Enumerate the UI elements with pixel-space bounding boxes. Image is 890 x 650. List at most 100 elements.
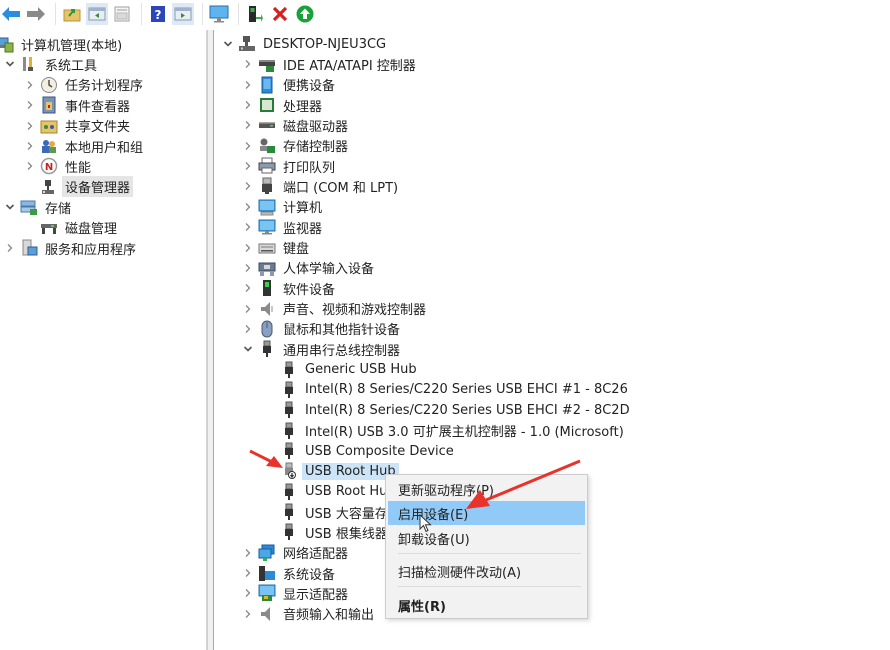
device-category[interactable]: 处理器: [242, 95, 325, 115]
tree-item-label: 事件查看器: [65, 99, 131, 115]
console-tree-item[interactable]: 事件查看器: [24, 95, 133, 115]
chevron-down-icon[interactable]: [242, 339, 254, 359]
device-category[interactable]: 监视器: [242, 217, 325, 237]
device-category[interactable]: 网络适配器: [242, 543, 351, 563]
chevron-right-icon[interactable]: [24, 75, 36, 95]
chevron-right-icon[interactable]: [242, 54, 254, 74]
scan-hardware-button[interactable]: [208, 3, 230, 25]
show-action-pane-button[interactable]: [172, 3, 194, 25]
chevron-right-icon[interactable]: [242, 75, 254, 95]
audio-io-icon: [258, 605, 276, 623]
enable-device-menu-item[interactable]: 启用设备(E): [388, 501, 585, 525]
device-category[interactable]: 人体学输入设备: [242, 258, 377, 278]
uninstall-button[interactable]: [269, 3, 291, 25]
update-driver-menu-item[interactable]: 更新驱动程序(P): [388, 477, 585, 501]
console-tree-item[interactable]: 计算机管理(本地): [0, 34, 125, 54]
forward-button[interactable]: [25, 3, 47, 25]
usb-device-item[interactable]: USB Composite Device: [276, 441, 457, 461]
chevron-right-icon[interactable]: [242, 563, 254, 583]
chevron-right-icon[interactable]: [242, 115, 254, 135]
properties-menu-item[interactable]: 属性(R): [388, 593, 585, 617]
enable-device-button[interactable]: [294, 3, 316, 25]
update-driver-button[interactable]: [244, 3, 266, 25]
console-tree-pane: 计算机管理(本地) 系统工具 任务计划程序事件查看器 共享文件夹 本地用户和组 N 性能 设备…: [0, 30, 207, 650]
help-button[interactable]: ?: [147, 3, 169, 25]
chevron-right-icon[interactable]: [242, 156, 254, 176]
device-category[interactable]: 通用串行总线控制器: [242, 339, 403, 359]
chevron-right-icon[interactable]: [242, 319, 254, 339]
chevron-right-icon[interactable]: [24, 95, 36, 115]
port-icon: [258, 177, 276, 195]
device-category[interactable]: 系统设备: [242, 563, 338, 583]
back-button[interactable]: [0, 3, 22, 25]
device-category[interactable]: 键盘: [242, 238, 312, 258]
svg-text:N: N: [45, 162, 53, 173]
chevron-right-icon[interactable]: [24, 136, 36, 156]
expander-placeholder: [24, 177, 36, 197]
console-tree-item[interactable]: 本地用户和组: [24, 136, 146, 156]
device-tree-root[interactable]: DESKTOP-NJEU3CG: [222, 34, 389, 54]
device-category[interactable]: 软件设备: [242, 278, 338, 298]
arrow-left-icon: [2, 7, 20, 21]
usb-device-item[interactable]: Generic USB Hub: [276, 360, 420, 380]
menu-item-label: 更新驱动程序(P): [398, 483, 494, 499]
chevron-right-icon[interactable]: [242, 278, 254, 298]
chevron-right-icon[interactable]: [242, 543, 254, 563]
chevron-right-icon[interactable]: [242, 583, 254, 603]
chevron-right-icon[interactable]: [24, 156, 36, 176]
console-tree-item[interactable]: 设备管理器: [24, 176, 134, 198]
chevron-right-icon[interactable]: [242, 197, 254, 217]
chevron-right-icon[interactable]: [4, 238, 16, 258]
device-category[interactable]: 端口 (COM 和 LPT): [242, 176, 401, 196]
console-tree-item[interactable]: 共享文件夹: [24, 116, 133, 136]
usb-device-item[interactable]: Intel(R) 8 Series/C220 Series USB EHCI #…: [276, 380, 631, 400]
device-category[interactable]: 存储控制器: [242, 136, 351, 156]
usb-device-icon: [280, 361, 298, 379]
usb-device-item[interactable]: Intel(R) 8 Series/C220 Series USB EHCI #…: [276, 400, 633, 420]
tree-item-label: Intel(R) USB 3.0 可扩展主机控制器 - 1.0 (Microso…: [305, 425, 624, 441]
usb-device-item[interactable]: Intel(R) USB 3.0 可扩展主机控制器 - 1.0 (Microso…: [276, 421, 627, 441]
device-category[interactable]: 鼠标和其他指针设备: [242, 319, 403, 339]
device-category[interactable]: 打印队列: [242, 156, 338, 176]
properties-button[interactable]: [111, 3, 133, 25]
device-category[interactable]: 计算机: [242, 197, 325, 217]
scan-hardware-menu-item[interactable]: 扫描检测硬件改动(A): [388, 559, 585, 583]
device-category[interactable]: 声音、视频和游戏控制器: [242, 299, 429, 319]
device-category[interactable]: IDE ATA/ATAPI 控制器: [242, 54, 419, 74]
device-category[interactable]: 显示适配器: [242, 583, 351, 603]
toolbar-separator: [238, 3, 239, 25]
chevron-down-icon[interactable]: [4, 54, 16, 74]
tree-item-label: DESKTOP-NJEU3CG: [263, 36, 387, 52]
chevron-right-icon[interactable]: [242, 95, 254, 115]
console-tree-item[interactable]: 磁盘管理: [24, 218, 120, 238]
chevron-right-icon[interactable]: [242, 299, 254, 319]
device-category[interactable]: 音频输入和输出: [242, 604, 377, 624]
console-tree-item[interactable]: 存储: [4, 197, 74, 217]
up-folder-button[interactable]: [61, 3, 83, 25]
device-category[interactable]: 便携设备: [242, 75, 338, 95]
device-category[interactable]: 磁盘驱动器: [242, 115, 351, 135]
uninstall-device-menu-item[interactable]: 卸载设备(U): [388, 526, 585, 550]
chevron-down-icon[interactable]: [222, 34, 234, 54]
chevron-right-icon[interactable]: [242, 217, 254, 237]
chevron-right-icon[interactable]: [242, 238, 254, 258]
usb-disabled-icon: [280, 462, 298, 480]
console-tree-item[interactable]: 任务计划程序: [24, 75, 146, 95]
show-hide-console-tree-button[interactable]: [86, 3, 108, 25]
usb-device-item[interactable]: USB Root Hub: [276, 482, 399, 502]
chevron-right-icon[interactable]: [24, 116, 36, 136]
chevron-down-icon[interactable]: [4, 197, 16, 217]
properties-icon: [114, 6, 130, 22]
toolbar-separator: [202, 3, 203, 25]
chevron-right-icon[interactable]: [242, 176, 254, 196]
chevron-right-icon[interactable]: [242, 258, 254, 278]
pane-splitter[interactable]: [207, 30, 214, 650]
chevron-right-icon[interactable]: [242, 604, 254, 624]
chevron-right-icon[interactable]: [242, 136, 254, 156]
console-tree-item[interactable]: N 性能: [24, 156, 94, 176]
disk-drive-icon: [258, 116, 276, 134]
usb-device-item[interactable]: USB Root Hub: [276, 461, 399, 481]
network-adapter-icon: [258, 544, 276, 562]
console-tree-item[interactable]: 系统工具: [4, 54, 100, 74]
console-tree-item[interactable]: 服务和应用程序: [4, 238, 139, 258]
